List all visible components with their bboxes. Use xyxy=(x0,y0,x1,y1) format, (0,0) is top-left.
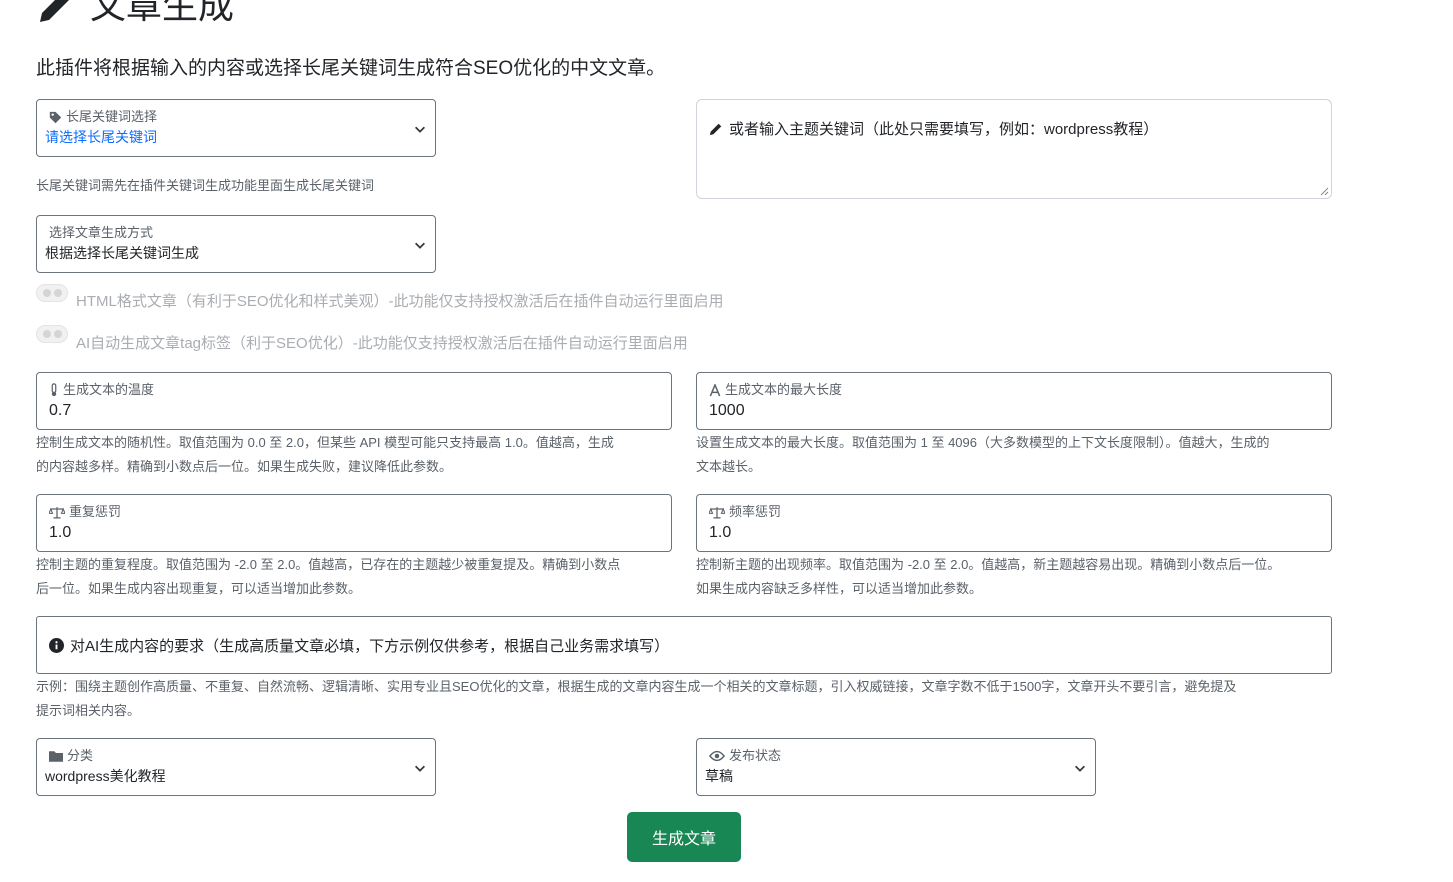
temperature-hint: 控制生成文本的随机性。取值范围为 0.0 至 2.0，但某些 API 模型可能只… xyxy=(36,431,676,479)
pencil-icon xyxy=(709,122,723,136)
keyword-select-label: 长尾关键词选择 xyxy=(66,109,157,125)
frequency-penalty-value: 1.0 xyxy=(709,523,731,543)
repeat-penalty-hint: 控制主题的重复程度。取值范围为 -2.0 至 2.0。值越高，已存在的主题越少被… xyxy=(36,553,676,601)
method-select-value: 根据选择长尾关键词生成 xyxy=(45,243,199,263)
temperature-value: 0.7 xyxy=(49,401,71,421)
repeat-penalty-field[interactable]: 重复惩罚 1.0 xyxy=(36,494,672,552)
html-format-toggle-label: HTML格式文章（有利于SEO优化和样式美观）-此功能仅支持授权激活后在插件自动… xyxy=(76,292,724,312)
topic-input-placeholder: 或者输入主题关键词（此处只需要填写，例如：wordpress教程） xyxy=(729,118,1158,139)
html-format-toggle[interactable] xyxy=(36,284,68,302)
pencil-icon xyxy=(36,0,76,26)
category-select-value: wordpress美化教程 xyxy=(45,766,166,786)
chevron-down-icon xyxy=(413,122,427,136)
balance-scale-icon xyxy=(49,506,65,519)
page-title: 文章生成 xyxy=(90,0,234,30)
max-length-hint: 设置生成文本的最大长度。取值范围为 1 至 4096（大多数模型的上下文长度限制… xyxy=(696,431,1336,479)
max-length-field[interactable]: 生成文本的最大长度 1000 xyxy=(696,372,1332,430)
folder-icon xyxy=(49,750,63,762)
temperature-label: 生成文本的温度 xyxy=(63,382,154,398)
requirements-placeholder: 对AI生成内容的要求（生成高质量文章必填，下方示例仅供参考，根据自己业务需求填写… xyxy=(70,635,669,656)
page-description: 此插件将根据输入的内容或选择长尾关键词生成符合SEO优化的中文文章。 xyxy=(36,56,665,82)
frequency-penalty-label: 频率惩罚 xyxy=(729,504,781,520)
repeat-penalty-label: 重复惩罚 xyxy=(69,504,121,520)
status-select-label: 发布状态 xyxy=(729,748,781,764)
temperature-field[interactable]: 生成文本的温度 0.7 xyxy=(36,372,672,430)
auto-tag-toggle[interactable] xyxy=(36,325,68,343)
max-length-value: 1000 xyxy=(709,401,745,421)
keyword-select-value: 请选择长尾关键词 xyxy=(45,127,157,147)
keyword-select[interactable]: 长尾关键词选择 请选择长尾关键词 xyxy=(36,99,436,157)
font-icon xyxy=(709,384,721,397)
repeat-penalty-value: 1.0 xyxy=(49,523,71,543)
frequency-penalty-hint: 控制新主题的出现频率。取值范围为 -2.0 至 2.0。值越高，新主题越容易出现… xyxy=(696,553,1336,601)
auto-tag-toggle-label: AI自动生成文章tag标签（利于SEO优化）-此功能仅支持授权激活后在插件自动运… xyxy=(76,334,688,354)
chevron-down-icon xyxy=(413,238,427,252)
status-select[interactable]: 发布状态 草稿 xyxy=(696,738,1096,796)
info-circle-icon xyxy=(49,638,64,653)
chevron-down-icon xyxy=(413,761,427,775)
category-select-label: 分类 xyxy=(67,748,93,764)
method-select[interactable]: 选择文章生成方式 根据选择长尾关键词生成 xyxy=(36,215,436,273)
generate-article-button[interactable]: 生成文章 xyxy=(627,812,741,862)
chevron-down-icon xyxy=(1073,761,1087,775)
category-select[interactable]: 分类 wordpress美化教程 xyxy=(36,738,436,796)
max-length-label: 生成文本的最大长度 xyxy=(725,382,842,398)
status-select-value: 草稿 xyxy=(705,766,733,786)
thermometer-icon xyxy=(49,383,59,397)
eye-icon xyxy=(709,750,725,762)
frequency-penalty-field[interactable]: 频率惩罚 1.0 xyxy=(696,494,1332,552)
resize-handle[interactable] xyxy=(1319,186,1329,196)
method-select-label: 选择文章生成方式 xyxy=(49,225,153,241)
page-header: 文章生成 xyxy=(36,0,234,30)
requirements-hint: 示例：围绕主题创作高质量、不重复、自然流畅、逻辑清晰、实用专业且SEO优化的文章… xyxy=(36,675,1336,723)
tag-icon xyxy=(49,111,62,124)
keyword-select-hint: 长尾关键词需先在插件关键词生成功能里面生成长尾关键词 xyxy=(36,174,374,198)
topic-input[interactable]: 或者输入主题关键词（此处只需要填写，例如：wordpress教程） xyxy=(696,99,1332,199)
requirements-input[interactable]: 对AI生成内容的要求（生成高质量文章必填，下方示例仅供参考，根据自己业务需求填写… xyxy=(36,616,1332,674)
balance-scale-icon xyxy=(709,506,725,519)
